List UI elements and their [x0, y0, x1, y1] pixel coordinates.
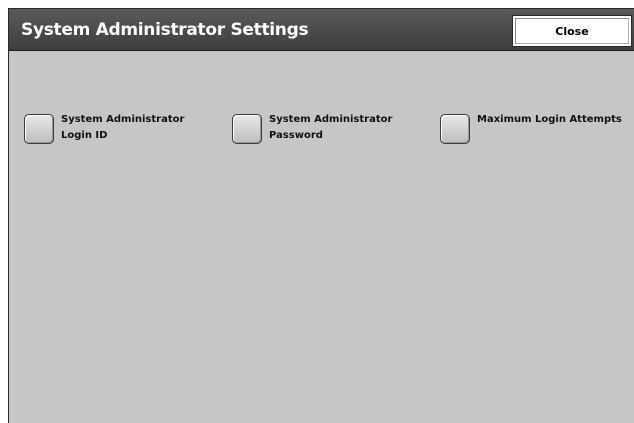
password-checkbox[interactable]	[232, 114, 262, 144]
option-password-label: System Administrator Password	[269, 112, 399, 144]
close-button[interactable]: Close	[512, 15, 632, 47]
option-login-id[interactable]: System Administrator Login ID	[24, 112, 191, 144]
page-title: System Administrator Settings	[21, 20, 309, 40]
option-password[interactable]: System Administrator Password	[232, 112, 399, 144]
option-login-id-label: System Administrator Login ID	[61, 112, 191, 144]
option-max-login-attempts-label: Maximum Login Attempts	[477, 112, 627, 128]
option-login-id-label-line2: Login ID	[61, 130, 108, 141]
max-login-attempts-checkbox[interactable]	[440, 114, 470, 144]
close-button-label: Close	[555, 24, 589, 38]
settings-screen: System Administrator Settings Close Syst…	[8, 8, 634, 423]
option-max-login-attempts[interactable]: Maximum Login Attempts	[440, 112, 627, 144]
title-bar: System Administrator Settings Close	[9, 9, 634, 51]
login-id-checkbox[interactable]	[24, 114, 54, 144]
option-password-label-line1: System Administrator	[269, 114, 393, 125]
option-max-login-attempts-label-line1: Maximum Login Attempts	[477, 114, 622, 125]
option-login-id-label-line1: System Administrator	[61, 114, 185, 125]
option-password-label-line2: Password	[269, 130, 323, 141]
